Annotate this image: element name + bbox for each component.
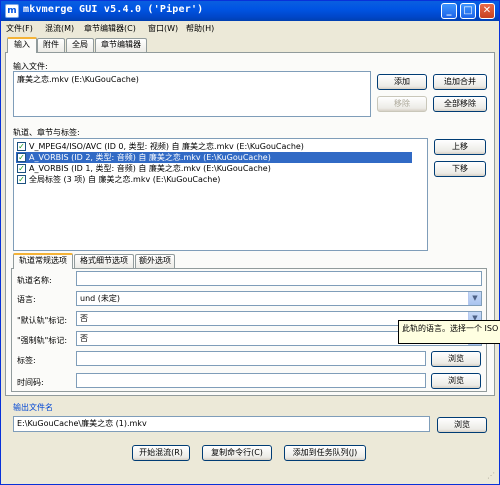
track-label: V_MPEG4/ISO/AVC (ID 0, 类型: 视频) 自 廉美之恋.mk… <box>29 142 304 151</box>
menu-mux[interactable]: 混流(M) <box>45 23 74 34</box>
title-bar[interactable]: m mkvmerge GUI v5.4.0 ('Piper') _ □ ✕ <box>1 1 499 21</box>
minimize-button[interactable]: _ <box>441 3 457 19</box>
move-up-button[interactable]: 上移 <box>434 139 486 155</box>
forced-track-value: 否 <box>80 334 88 343</box>
move-down-button[interactable]: 下移 <box>434 161 486 177</box>
tracks-list[interactable]: ✓ V_MPEG4/ISO/AVC (ID 0, 类型: 视频) 自 廉美之恋.… <box>13 138 428 251</box>
menu-help[interactable]: 帮助(H) <box>186 23 214 34</box>
tab-format-options[interactable]: 格式细节选项 <box>74 254 134 268</box>
track-checkbox[interactable]: ✓ <box>17 142 26 151</box>
track-checkbox[interactable]: ✓ <box>17 164 26 173</box>
append-button[interactable]: 追加合并 <box>433 74 487 90</box>
timecodes-label: 时间码: <box>17 378 44 387</box>
chevron-down-icon[interactable]: ▼ <box>468 292 481 305</box>
window-title: mkvmerge GUI v5.4.0 ('Piper') <box>23 4 204 15</box>
language-tooltip: 此轨的语言。选择一个 ISO <box>398 320 500 344</box>
tab-general-track-options[interactable]: 轨道常规选项 <box>13 253 73 269</box>
resize-grip-icon[interactable]: ⋰ <box>487 472 497 482</box>
input-file-item[interactable]: 廉美之恋.mkv (E:\KuGouCache) <box>17 74 139 85</box>
default-track-value: 否 <box>80 314 88 323</box>
menu-bar: 文件(F) 混流(M) 章节编辑器(C) 窗口(W) 帮助(H) <box>1 21 499 37</box>
output-filename-label: 输出文件名 <box>13 403 53 412</box>
input-files-list[interactable]: 廉美之恋.mkv (E:\KuGouCache) <box>13 71 371 117</box>
forced-track-label: "强制轨"标记: <box>17 336 68 345</box>
track-row[interactable]: ✓ V_MPEG4/ISO/AVC (ID 0, 类型: 视频) 自 廉美之恋.… <box>16 141 412 152</box>
language-value: und (未定) <box>80 294 121 303</box>
menu-window[interactable]: 窗口(W) <box>148 23 178 34</box>
track-label: 全局标签 (3 项) 自 廉美之恋.mkv (E:\KuGouCache) <box>29 175 221 184</box>
track-row-selected[interactable]: ✓ A_VORBIS (ID 2, 类型: 音频) 自 廉美之恋.mkv (E:… <box>16 152 412 163</box>
track-checkbox[interactable]: ✓ <box>17 153 26 162</box>
tab-attachments[interactable]: 附件 <box>37 38 65 52</box>
close-button[interactable]: ✕ <box>479 3 495 19</box>
add-button[interactable]: 添加 <box>377 74 427 90</box>
track-checkbox[interactable]: ✓ <box>17 175 26 184</box>
add-to-job-queue-button[interactable]: 添加到任务队列(J) <box>284 445 366 461</box>
tags-label: 标签: <box>17 356 36 365</box>
tags-browse-button[interactable]: 浏览 <box>431 351 481 367</box>
track-row[interactable]: ✓ A_VORBIS (ID 1, 类型: 音频) 自 廉美之恋.mkv (E:… <box>16 163 412 174</box>
copy-command-line-button[interactable]: 复制命令行(C) <box>202 445 272 461</box>
track-label: A_VORBIS (ID 1, 类型: 音频) 自 廉美之恋.mkv (E:\K… <box>29 164 271 173</box>
tags-input[interactable] <box>76 351 426 366</box>
menu-file[interactable]: 文件(F) <box>6 23 33 34</box>
default-track-label: "默认轨"标记: <box>17 316 68 325</box>
tab-global[interactable]: 全局 <box>66 38 94 52</box>
maximize-button[interactable]: □ <box>460 3 476 19</box>
language-label: 语言: <box>17 295 36 304</box>
output-browse-button[interactable]: 浏览 <box>437 417 487 433</box>
track-name-input[interactable] <box>76 271 482 286</box>
output-filename-input[interactable]: E:\KuGouCache\廉美之恋 (1).mkv <box>13 416 430 432</box>
language-select[interactable]: und (未定) ▼ <box>76 291 482 306</box>
start-muxing-button[interactable]: 开始混流(R) <box>132 445 190 461</box>
tab-input[interactable]: 输入 <box>7 37 37 53</box>
app-icon: m <box>5 4 19 18</box>
track-row[interactable]: ✓ 全局标签 (3 项) 自 廉美之恋.mkv (E:\KuGouCache) <box>16 174 412 185</box>
timecodes-browse-button[interactable]: 浏览 <box>431 373 481 389</box>
main-window: m mkvmerge GUI v5.4.0 ('Piper') _ □ ✕ 文件… <box>0 0 500 485</box>
tab-extra-options[interactable]: 额外选项 <box>135 254 175 268</box>
menu-chapter-editor[interactable]: 章节编辑器(C) <box>84 23 136 34</box>
tracks-label: 轨道、章节与标签: <box>13 128 80 137</box>
track-label: A_VORBIS (ID 2, 类型: 音频) 自 廉美之恋.mkv (E:\K… <box>29 153 271 162</box>
tab-chapter-editor[interactable]: 章节编辑器 <box>95 38 147 52</box>
remove-button[interactable]: 移除 <box>377 96 427 112</box>
track-name-label: 轨道名称: <box>17 276 52 285</box>
remove-all-button[interactable]: 全部移除 <box>433 96 487 112</box>
timecodes-input[interactable] <box>76 373 426 388</box>
